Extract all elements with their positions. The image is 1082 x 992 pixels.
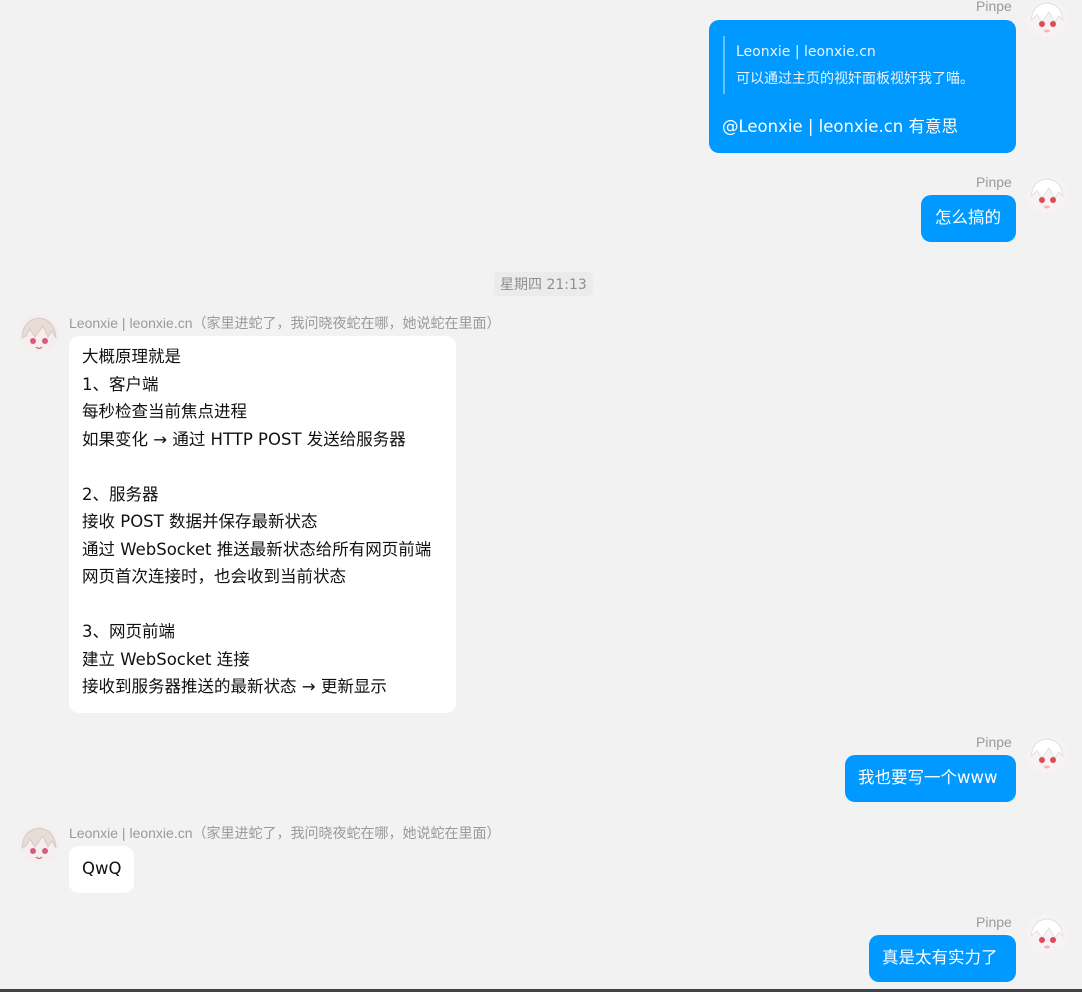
my-avatar-icon[interactable] [1027, 734, 1067, 774]
chat-message-list[interactable]: Pinpe Leonxie | leonxie.cn 可以通过主页的视奸面板视奸… [0, 0, 1082, 992]
message-bubble[interactable]: 真是太有实力了 [869, 935, 1016, 982]
sender-name: Pinpe [976, 914, 1012, 930]
message-bubble[interactable]: 怎么搞的 [921, 195, 1016, 242]
sender-name: Leonxie | leonxie.cn（家里进蛇了，我问晓夜蛇在哪，她说蛇在里… [69, 825, 501, 841]
message-line: 如果变化 → 通过 HTTP POST 发送给服务器 [82, 429, 406, 449]
message-line: 大概原理就是 [82, 347, 181, 366]
message-text: @Leonxie | leonxie.cn 有意思 [722, 117, 958, 136]
quote-bar [723, 36, 725, 94]
sender-name: Pinpe [976, 174, 1012, 190]
message-line: 1、客户端 [82, 374, 159, 394]
message-bubble[interactable]: QwQ [69, 846, 134, 893]
message-bubble[interactable]: 大概原理就是 1、客户端 每秒检查当前焦点进程 如果变化 → 通过 HTTP P… [69, 336, 456, 713]
message-line: 网页首次连接时，也会收到当前状态 [82, 567, 346, 586]
message-line: 通过 WebSocket 推送最新状态给所有网页前端 [82, 539, 432, 559]
message-line: 建立 WebSocket 连接 [82, 649, 250, 669]
message-text: QwQ [82, 859, 122, 878]
message-line [82, 591, 456, 619]
other-avatar-icon[interactable] [19, 314, 59, 354]
sender-name: Pinpe [976, 734, 1012, 750]
sender-name: Leonxie | leonxie.cn（家里进蛇了，我问晓夜蛇在哪，她说蛇在里… [69, 315, 501, 331]
sender-name: Pinpe [976, 0, 1012, 14]
message-line [82, 453, 456, 481]
timestamp-separator: 星期四 21:13 [494, 272, 593, 296]
quote-text: 可以通过主页的视奸面板视奸我了喵。 [736, 71, 974, 87]
message-text: 真是太有实力了 [882, 948, 998, 967]
message-line: 接收 POST 数据并保存最新状态 [82, 512, 318, 531]
my-avatar-icon[interactable] [1027, 174, 1067, 214]
my-avatar-icon[interactable] [1027, 914, 1067, 954]
message-line: 每秒检查当前焦点进程 [82, 402, 247, 421]
message-line: 接收到服务器推送的最新状态 → 更新显示 [82, 677, 387, 696]
message-line: 2、服务器 [82, 484, 159, 504]
message-text: 我也要写一个www [858, 768, 998, 787]
my-avatar-icon[interactable] [1027, 0, 1067, 38]
message-bubble-quote-reply[interactable]: Leonxie | leonxie.cn 可以通过主页的视奸面板视奸我了喵。 @… [709, 20, 1016, 153]
quote-sender: Leonxie | leonxie.cn [736, 44, 876, 60]
message-text: 怎么搞的 [935, 208, 1001, 227]
message-bubble[interactable]: 我也要写一个www [845, 755, 1016, 802]
message-line: 3、网页前端 [82, 622, 175, 641]
other-avatar-icon[interactable] [19, 824, 59, 864]
